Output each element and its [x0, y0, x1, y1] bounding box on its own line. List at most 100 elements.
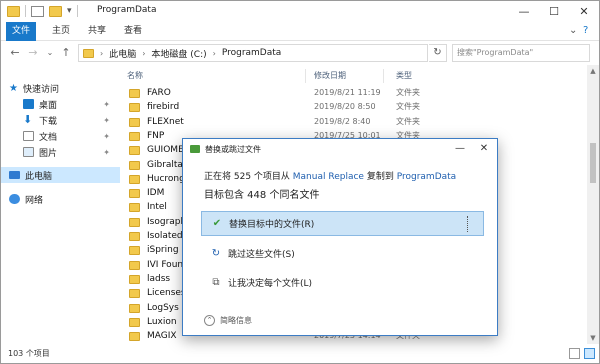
- star-icon: ★: [9, 82, 18, 94]
- file-date: 2019/8/2 8:40: [314, 116, 371, 126]
- tab-view[interactable]: 查看: [119, 22, 147, 41]
- address-bar[interactable]: › 此电脑 › 本地磁盘 (C:) › ProgramData: [78, 44, 428, 62]
- column-header-type[interactable]: 类型: [396, 68, 412, 84]
- documents-icon: [23, 131, 34, 141]
- minimize-icon[interactable]: —: [449, 141, 471, 157]
- nav-item-documents[interactable]: 文档 ✦: [1, 128, 120, 144]
- folder-icon: [129, 260, 140, 270]
- tab-file[interactable]: 文件: [6, 22, 36, 41]
- recent-locations-icon[interactable]: ⌄: [43, 45, 57, 61]
- pin-icon: ✦: [103, 99, 110, 109]
- folder-icon: [129, 217, 140, 227]
- folder-icon: [129, 246, 140, 256]
- chevron-right-icon: ›: [142, 48, 146, 58]
- folder-icon: [129, 146, 140, 156]
- nav-quick-access[interactable]: ★ 快速访问: [1, 80, 120, 96]
- compare-icon: ⧉: [212, 277, 220, 288]
- chevron-right-icon: ›: [100, 48, 104, 58]
- column-divider[interactable]: [383, 69, 384, 83]
- copy-icon: [190, 145, 200, 153]
- skip-option[interactable]: ↻ 跳过这些文件(S): [201, 241, 484, 266]
- new-folder-icon[interactable]: [49, 5, 62, 17]
- copy-description: 正在将 525 个项目从 Manual Replace 复制到 ProgramD…: [204, 169, 456, 182]
- navigation-pane: ★ 快速访问 桌面 ✦ ⬇ 下载 ✦ 文档 ✦ 图片 ✦ 此电脑 网络: [1, 65, 120, 344]
- dialog-title: 替换或跳过文件: [205, 145, 261, 154]
- vertical-scrollbar[interactable]: ▲ ▼: [587, 65, 599, 344]
- folder-icon: [129, 317, 140, 327]
- help-icon[interactable]: ?: [583, 25, 588, 36]
- nav-label: 桌面: [39, 100, 58, 111]
- item-count: 103 个项目: [8, 349, 50, 358]
- column-header-name[interactable]: 名称: [127, 68, 143, 84]
- back-icon[interactable]: ←: [8, 45, 22, 61]
- table-row[interactable]: FARO 2019/8/21 11:19 文件夹: [126, 87, 566, 99]
- table-row[interactable]: firebird 2019/8/20 8:50 文件夹: [126, 101, 566, 113]
- chevron-right-icon: ›: [212, 48, 216, 58]
- folder-icon: [129, 232, 140, 241]
- breadcrumb-programdata[interactable]: ProgramData: [222, 48, 281, 58]
- replace-or-skip-dialog: 替换或跳过文件 — ✕ 正在将 525 个项目从 Manual Replace …: [182, 138, 498, 336]
- search-input[interactable]: 搜索"ProgramData": [452, 44, 590, 62]
- folder-icon: [129, 203, 140, 213]
- ribbon-tabs: 文件 主页 共享 查看 ⌄ ?: [1, 22, 599, 41]
- nav-item-downloads[interactable]: ⬇ 下载 ✦: [1, 112, 120, 128]
- table-row[interactable]: FLEXnet 2019/8/2 8:40 文件夹: [126, 116, 566, 128]
- large-icons-view-icon[interactable]: [584, 348, 595, 359]
- breadcrumb-local-disk[interactable]: 本地磁盘 (C:): [151, 47, 206, 60]
- nav-label: 下载: [39, 116, 58, 127]
- destination-link[interactable]: ProgramData: [397, 172, 456, 182]
- scroll-up-icon[interactable]: ▲: [587, 65, 599, 77]
- close-icon[interactable]: ✕: [473, 141, 495, 157]
- file-type: 文件夹: [396, 88, 420, 97]
- pin-icon: ✦: [103, 147, 110, 157]
- scroll-thumb[interactable]: [590, 143, 596, 183]
- pin-icon: ✦: [103, 115, 110, 125]
- forward-icon[interactable]: →: [26, 45, 40, 61]
- file-date: 2019/8/21 11:19: [314, 88, 381, 97]
- breadcrumb-this-pc[interactable]: 此电脑: [109, 47, 136, 60]
- nav-label: 网络: [25, 195, 44, 206]
- divider: [25, 5, 26, 17]
- conflict-summary: 目标包含 448 个同名文件: [204, 190, 320, 201]
- folder-icon: [129, 274, 140, 284]
- column-header-date[interactable]: 修改日期: [314, 68, 346, 84]
- folder-icon: [129, 189, 140, 199]
- download-icon: ⬇: [23, 113, 33, 126]
- close-icon[interactable]: ✕: [569, 1, 599, 22]
- nav-item-pictures[interactable]: 图片 ✦: [1, 144, 120, 160]
- maximize-icon[interactable]: ☐: [539, 1, 569, 22]
- decide-each-option[interactable]: ⧉ 让我决定每个文件(L): [201, 270, 484, 295]
- folder-icon: [7, 5, 20, 17]
- scroll-down-icon[interactable]: ▼: [587, 332, 599, 344]
- details-view-icon[interactable]: [569, 348, 580, 359]
- expand-ribbon-icon[interactable]: ⌄: [569, 25, 577, 36]
- fewer-details-toggle[interactable]: ⌃ 简略信息: [204, 315, 252, 326]
- copy-mid: 复制到: [366, 172, 394, 182]
- title-bar: ▾ ProgramData — ☐ ✕: [1, 1, 599, 22]
- desktop-icon: [23, 99, 34, 109]
- nav-this-pc[interactable]: 此电脑: [1, 167, 120, 183]
- source-link[interactable]: Manual Replace: [293, 172, 364, 182]
- properties-icon[interactable]: [31, 5, 44, 17]
- folder-icon: [129, 289, 140, 299]
- option-label: 让我决定每个文件(L): [228, 279, 313, 289]
- customize-qa-icon[interactable]: ▾: [67, 6, 72, 16]
- folder-icon: [129, 174, 140, 184]
- nav-network[interactable]: 网络: [1, 191, 120, 207]
- up-icon[interactable]: ↑: [59, 45, 73, 61]
- file-type: 文件夹: [396, 116, 420, 126]
- tab-share[interactable]: 共享: [83, 22, 111, 41]
- chevron-up-icon: ⌃: [204, 315, 215, 326]
- pictures-icon: [23, 147, 34, 157]
- folder-icon: [129, 103, 140, 113]
- nav-item-desktop[interactable]: 桌面 ✦: [1, 96, 120, 112]
- replace-option[interactable]: ✔ 替换目标中的文件(R): [201, 211, 484, 236]
- tab-home[interactable]: 主页: [47, 22, 75, 41]
- nav-label: 此电脑: [25, 171, 53, 182]
- minimize-icon[interactable]: —: [509, 1, 539, 22]
- copy-prefix: 正在将 525 个项目从: [204, 172, 290, 182]
- location-folder-icon: [83, 48, 94, 58]
- checkmark-icon: ✔: [212, 218, 222, 229]
- column-divider[interactable]: [305, 69, 306, 83]
- refresh-icon[interactable]: ↻: [429, 44, 447, 62]
